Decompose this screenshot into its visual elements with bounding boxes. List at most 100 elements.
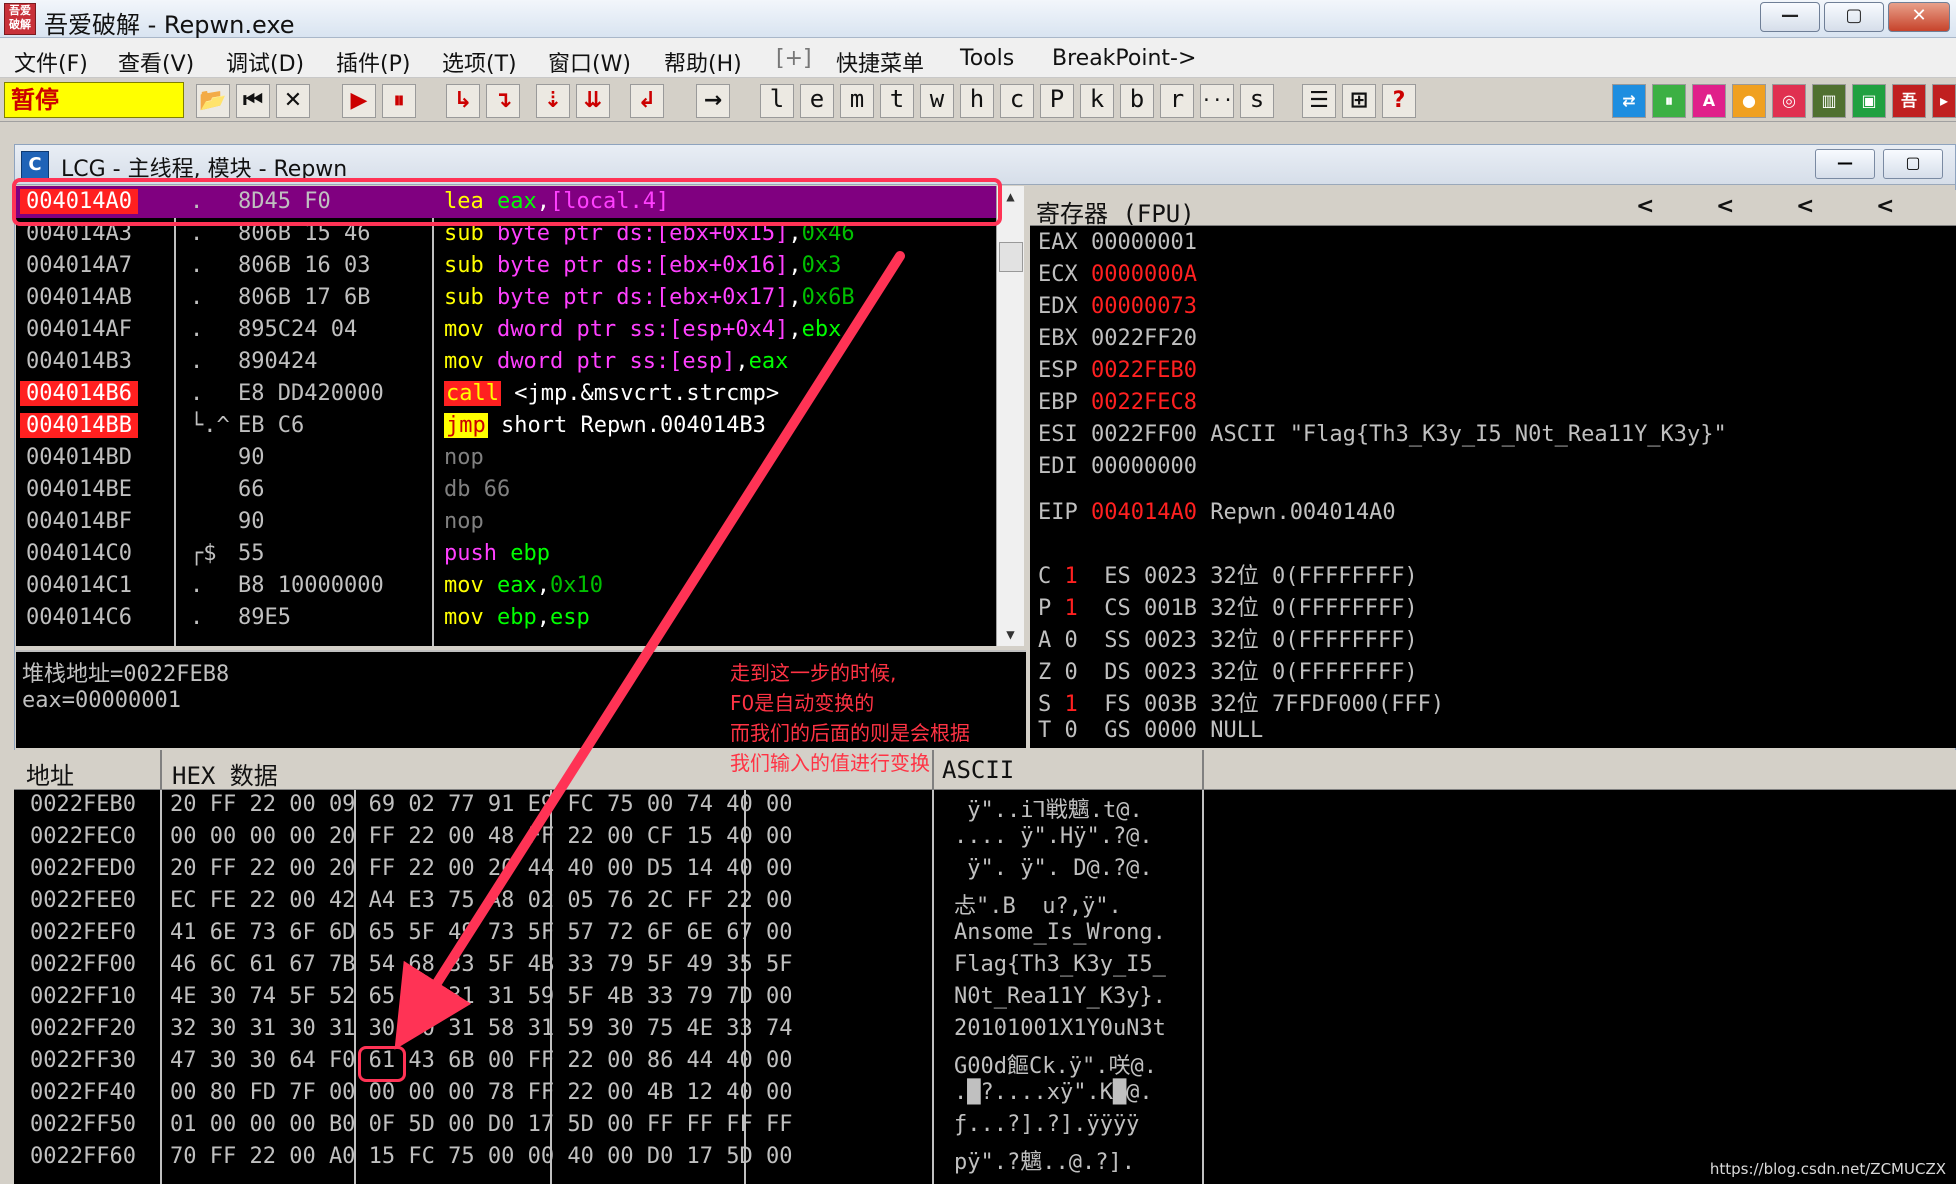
flag-value[interactable]: 1 bbox=[1065, 692, 1078, 717]
disassembly-row[interactable]: 004014C6. 89E5 mov ebp,esp bbox=[16, 602, 1016, 634]
disassembly-pane[interactable]: 004014A0. 8D45 F0 lea eax,[local.4] 004014A… bbox=[16, 186, 1024, 646]
rewind-icon[interactable]: ⏮ bbox=[236, 84, 270, 118]
disassembly-row[interactable]: 004014BE 66 db 66 bbox=[16, 474, 1016, 506]
trace-into-icon[interactable]: ⇣ bbox=[536, 84, 570, 118]
menu-shortcut[interactable]: 快捷菜单 bbox=[836, 46, 924, 78]
scroll-thumb[interactable] bbox=[999, 242, 1023, 272]
register-value[interactable]: 0022FF00 bbox=[1091, 422, 1197, 447]
flag-segment-row[interactable]: A 0 SS 0023 32位 0(FFFFFFFF) bbox=[1038, 622, 1418, 654]
window-icon[interactable]: ▣ bbox=[1852, 84, 1886, 118]
disassembly-scrollbar[interactable]: ▲ ▼ bbox=[996, 186, 1024, 646]
flag-segment-row[interactable]: C 1 ES 0023 32位 0(FFFFFFFF) bbox=[1038, 558, 1418, 590]
toolbar-letter-h[interactable]: h bbox=[960, 84, 994, 118]
flag-value[interactable]: 1 bbox=[1065, 564, 1078, 589]
list-icon[interactable]: ☰ bbox=[1302, 84, 1336, 118]
disassembly-row[interactable]: 004014BB └.^ EB C6 jmp short Repwn.004014B3 bbox=[16, 410, 1016, 442]
register-arrow-1[interactable]: < bbox=[1636, 194, 1654, 219]
plugin-a-icon[interactable]: A bbox=[1692, 84, 1726, 118]
record-icon[interactable]: ● bbox=[1732, 84, 1766, 118]
toolbar-letter-c[interactable]: c bbox=[1000, 84, 1034, 118]
close-button[interactable]: ✕ bbox=[1888, 2, 1950, 32]
toolbar-letter-m[interactable]: m bbox=[840, 84, 874, 118]
help-icon[interactable]: ? bbox=[1382, 84, 1416, 118]
register-value[interactable]: 0022FF20 bbox=[1091, 326, 1197, 351]
flag-value[interactable]: 0 bbox=[1065, 718, 1078, 743]
menu-breakpoint[interactable]: BreakPoint-> bbox=[1052, 46, 1196, 71]
register-value[interactable]: 00000001 bbox=[1091, 230, 1197, 255]
menu-file[interactable]: 文件(F) bbox=[14, 46, 88, 78]
register-arrow-3[interactable]: < bbox=[1796, 194, 1814, 219]
disassembly-row[interactable]: 004014BD 90 nop bbox=[16, 442, 1016, 474]
dump-pane[interactable]: 0022FEB0 20 FF 22 00 09 69 02 77 91 E9 FC… bbox=[14, 790, 1956, 1184]
open-file-icon[interactable]: 📂 bbox=[196, 84, 230, 118]
memory-icon[interactable]: ▥ bbox=[1812, 84, 1846, 118]
flag-value[interactable]: 0 bbox=[1065, 628, 1078, 653]
flag-value[interactable]: 1 bbox=[1065, 596, 1078, 621]
pause-plugin-icon[interactable]: ⏸ bbox=[1652, 84, 1686, 118]
goto-icon[interactable]: → bbox=[696, 84, 730, 118]
toolbar-letter-k[interactable]: k bbox=[1080, 84, 1114, 118]
register-row[interactable]: ESP 0022FEB0 bbox=[1038, 358, 1197, 383]
disassembly-row[interactable]: 004014BF 90 nop bbox=[16, 506, 1016, 538]
disassembly-row[interactable]: 004014B6. E8 DD420000 call <jmp.&msvcrt.st… bbox=[16, 378, 1016, 410]
flag-segment-row[interactable]: P 1 CS 001B 32位 0(FFFFFFFF) bbox=[1038, 590, 1418, 622]
menu-plus[interactable]: [+] bbox=[776, 46, 812, 71]
menu-debug[interactable]: 调试(D) bbox=[226, 46, 304, 78]
toolbar-ellipsis[interactable]: ... bbox=[1200, 84, 1234, 118]
toolbar-letter-l[interactable]: l bbox=[760, 84, 794, 118]
toolbar-letter-r[interactable]: r bbox=[1160, 84, 1194, 118]
toolbar-letter-b[interactable]: b bbox=[1120, 84, 1154, 118]
register-row[interactable]: EBX 0022FF20 bbox=[1038, 326, 1197, 351]
register-row[interactable]: EAX 00000001 bbox=[1038, 230, 1197, 255]
toolbar-letter-s[interactable]: s bbox=[1240, 84, 1274, 118]
toolbar-letter-w[interactable]: w bbox=[920, 84, 954, 118]
toolbar-letter-p[interactable]: P bbox=[1040, 84, 1074, 118]
register-row[interactable]: EBP 0022FEC8 bbox=[1038, 390, 1197, 415]
step-into-icon[interactable]: ↳ bbox=[446, 84, 480, 118]
run-icon[interactable]: ▶ bbox=[342, 84, 376, 118]
register-row[interactable]: ESI 0022FF00 ASCII "Flag{Th3_K3y_I5_N0t_… bbox=[1038, 422, 1727, 447]
disassembly-row[interactable]: 004014A7. 806B 16 03 sub byte ptr ds:[ebx+… bbox=[16, 250, 1016, 282]
disassembly-row[interactable]: 004014AF. 895C24 04 mov dword ptr ss:[esp+… bbox=[16, 314, 1016, 346]
disassembly-row[interactable]: 004014AB. 806B 17 6B sub byte ptr ds:[ebx+… bbox=[16, 282, 1016, 314]
flag-segment-row[interactable]: T 0 GS 0000 NULL bbox=[1038, 718, 1263, 743]
register-row[interactable]: EDX 00000073 bbox=[1038, 294, 1197, 319]
execute-till-return-icon[interactable]: ↲ bbox=[630, 84, 664, 118]
register-row-eip[interactable]: EIP 004014A0 Repwn.004014A0 bbox=[1038, 500, 1396, 525]
register-row[interactable]: ECX 0000000A bbox=[1038, 262, 1197, 287]
toolbar-letter-t[interactable]: t bbox=[880, 84, 914, 118]
cpu-minimize-button[interactable]: — bbox=[1815, 149, 1875, 179]
disassembly-row[interactable]: 004014C0 ┌$ 55 push ebp bbox=[16, 538, 1016, 570]
flag-segment-row[interactable]: Z 0 DS 0023 32位 0(FFFFFFFF) bbox=[1038, 654, 1418, 686]
register-arrow-4[interactable]: < bbox=[1876, 194, 1894, 219]
menu-help[interactable]: 帮助(H) bbox=[664, 46, 742, 78]
minimize-button[interactable]: — bbox=[1760, 2, 1820, 32]
refresh-icon[interactable]: ⇄ bbox=[1612, 84, 1646, 118]
extra-icon[interactable]: ▸ bbox=[1932, 84, 1956, 118]
registers-pane[interactable]: EAX 00000001 ECX 0000000A EDX 00000073 EBX … bbox=[1030, 226, 1956, 748]
step-over-icon[interactable]: ↴ bbox=[486, 84, 520, 118]
cpu-maximize-button[interactable]: ▢ bbox=[1883, 149, 1943, 179]
register-value[interactable]: 004014A0 bbox=[1091, 500, 1197, 525]
scroll-down-icon[interactable]: ▼ bbox=[997, 624, 1024, 646]
register-value[interactable]: 00000073 bbox=[1091, 294, 1197, 319]
flag-segment-row[interactable]: S 1 FS 003B 32位 7FFDF000(FFF) bbox=[1038, 686, 1444, 718]
register-value[interactable]: 0022FEC8 bbox=[1091, 390, 1197, 415]
disassembly-row[interactable]: 004014C1. B8 10000000 mov eax,0x10 bbox=[16, 570, 1016, 602]
tree-icon[interactable]: ⊞ bbox=[1342, 84, 1376, 118]
menu-plugins[interactable]: 插件(P) bbox=[336, 46, 410, 78]
menu-tools[interactable]: Tools bbox=[960, 46, 1014, 71]
flag-value[interactable]: 0 bbox=[1065, 660, 1078, 685]
menu-view[interactable]: 查看(V) bbox=[118, 46, 194, 78]
disassembly-row[interactable]: 004014B3. 890424 mov dword ptr ss:[esp],ea… bbox=[16, 346, 1016, 378]
menu-options[interactable]: 选项(T) bbox=[442, 46, 517, 78]
target-icon[interactable]: ◎ bbox=[1772, 84, 1806, 118]
logo-small-icon[interactable]: 吾 bbox=[1892, 84, 1926, 118]
register-arrow-2[interactable]: < bbox=[1716, 194, 1734, 219]
register-row[interactable]: EDI 00000000 bbox=[1038, 454, 1197, 479]
toolbar-letter-e[interactable]: e bbox=[800, 84, 834, 118]
menu-window[interactable]: 窗口(W) bbox=[548, 46, 631, 78]
trace-over-icon[interactable]: ⇊ bbox=[576, 84, 610, 118]
register-value[interactable]: 0000000A bbox=[1091, 262, 1197, 287]
pause-icon[interactable]: ⏸ bbox=[382, 84, 416, 118]
